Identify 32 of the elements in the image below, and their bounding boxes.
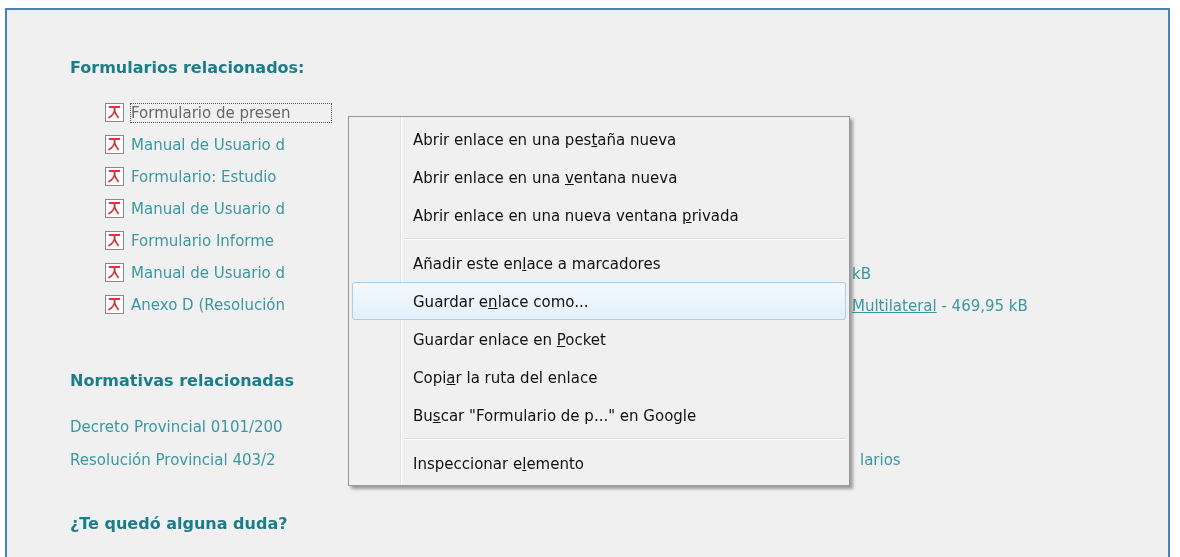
file-link[interactable]: Formulario Informe: [131, 232, 331, 250]
file-link[interactable]: Formulario de presen: [131, 104, 331, 122]
file-size: kB: [852, 264, 871, 283]
file-link[interactable]: Anexo D (Resolución: [131, 296, 331, 314]
menu-item[interactable]: Guardar enlace como...: [352, 282, 846, 320]
pdf-icon: [105, 135, 125, 155]
pdf-icon: [105, 199, 125, 219]
menu-item[interactable]: Abrir enlace en una pestaña nueva: [352, 120, 846, 158]
menu-item[interactable]: Añadir este enlace a marcadores: [352, 244, 846, 282]
file-link[interactable]: Manual de Usuario d: [131, 264, 331, 282]
section-heading: ¿Te quedó alguna duda?: [70, 514, 288, 533]
menu-item[interactable]: Abrir enlace en una ventana nueva: [352, 158, 846, 196]
menu-item[interactable]: Abrir enlace en una nueva ventana privada: [352, 196, 846, 234]
pdf-icon: [105, 167, 125, 187]
menu-item[interactable]: Inspeccionar elemento: [352, 444, 846, 482]
pdf-icon: [105, 231, 125, 251]
section-heading: Normativas relacionadas: [70, 371, 295, 390]
menu-item[interactable]: Guardar enlace en Pocket: [352, 320, 846, 358]
menu-item[interactable]: Copiar la ruta del enlace: [352, 358, 846, 396]
regulation-link[interactable]: larios: [860, 450, 901, 469]
regulation-link[interactable]: Decreto Provincial 0101/200: [70, 417, 340, 436]
pdf-icon: [105, 295, 125, 315]
file-link[interactable]: Formulario: Estudio: [131, 168, 331, 186]
section-heading: Formularios relacionados:: [70, 58, 305, 77]
file-size: - 469,95 kB: [940, 296, 1028, 315]
file-link[interactable]: Manual de Usuario d: [131, 136, 331, 154]
file-link[interactable]: Manual de Usuario d: [131, 200, 331, 218]
pdf-icon: [105, 103, 125, 123]
regulation-link[interactable]: Resolución Provincial 403/2: [70, 450, 340, 469]
file-link[interactable]: Multilateral: [852, 296, 937, 315]
menu-item[interactable]: Buscar "Formulario de p..." en Google: [352, 396, 846, 434]
pdf-icon: [105, 263, 125, 283]
